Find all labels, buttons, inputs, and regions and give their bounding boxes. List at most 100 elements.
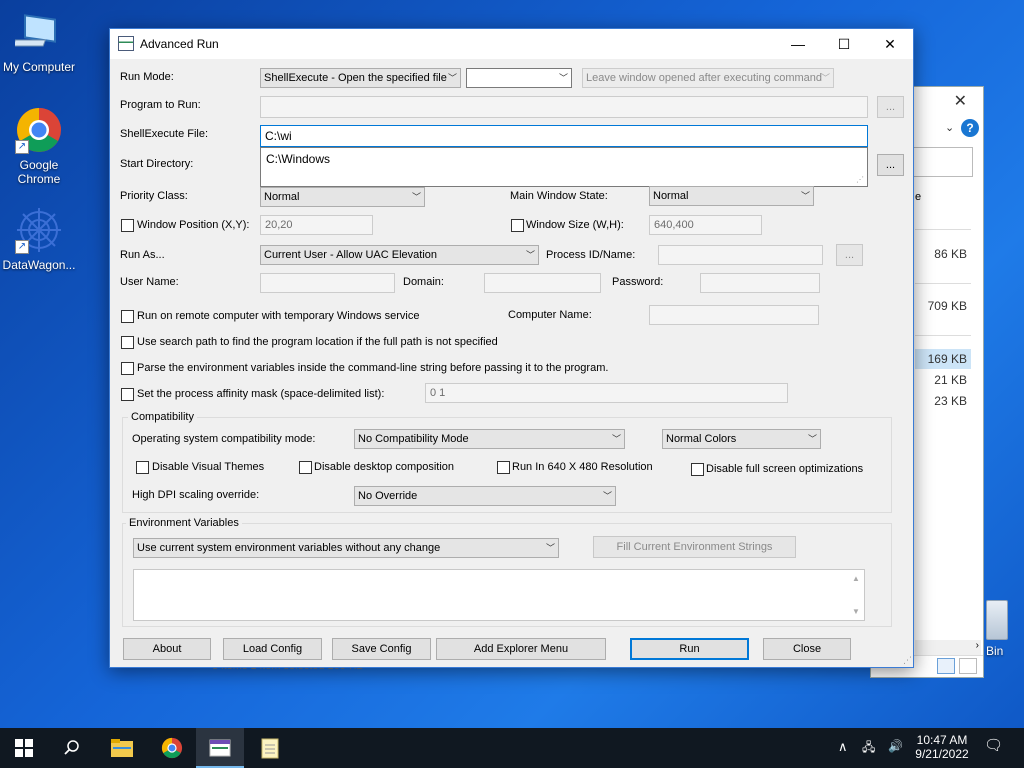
folder-icon	[111, 738, 133, 757]
close-button[interactable]: ✕	[867, 29, 913, 59]
close-dialog-button[interactable]: Close	[763, 638, 851, 660]
env-mode-select[interactable]: Use current system environment variables…	[133, 538, 559, 558]
minimize-button[interactable]: —	[775, 29, 821, 59]
program-to-run-input[interactable]	[260, 96, 868, 118]
bg-close-icon[interactable]: ✕	[954, 91, 967, 111]
leave-window-select[interactable]: Leave window opened after executing comm…	[582, 68, 834, 88]
resize-grip-icon[interactable]: ⋰	[903, 655, 912, 666]
program-browse-button[interactable]: ...	[877, 96, 904, 118]
computer-icon	[12, 8, 63, 56]
advanced-run-window: Advanced Run — ☐ ✕ Run Mode: ShellExecut…	[109, 28, 914, 668]
maximize-button[interactable]: ☐	[821, 29, 867, 59]
bg-horizontal-scrollbar[interactable]: ›	[915, 640, 981, 656]
scroll-up-icon[interactable]: ▲	[852, 574, 860, 583]
taskbar-chrome[interactable]	[148, 728, 196, 768]
volume-icon[interactable]: 🔊	[888, 739, 903, 753]
remote-computer-checkbox[interactable]	[121, 310, 134, 323]
run-button[interactable]: Run	[630, 638, 749, 660]
main-window-state-select[interactable]: Normal ﹀	[649, 186, 814, 206]
process-browse-button[interactable]: ...	[836, 244, 863, 266]
title-bar[interactable]: Advanced Run — ☐ ✕	[110, 29, 913, 59]
start-button[interactable]	[0, 728, 48, 768]
bg-search-box[interactable]	[911, 147, 973, 177]
parse-env-checkbox[interactable]	[121, 362, 134, 375]
dpi-override-select[interactable]: No Override ﹀	[354, 486, 616, 506]
clock[interactable]: 10:47 AM 9/21/2022	[914, 733, 970, 761]
run-as-value: Current User - Allow UAC Elevation	[264, 249, 438, 261]
chevron-up-icon[interactable]: ∧	[838, 740, 848, 754]
disable-composition-checkbox[interactable]	[299, 461, 312, 474]
clock-time: 10:47 AM	[916, 733, 968, 747]
password-input[interactable]	[700, 273, 820, 293]
run-mode-extra-select[interactable]: ﹀	[466, 68, 572, 88]
resize-grip-icon[interactable]: ⋰	[856, 175, 864, 184]
run-as-label: Run As...	[120, 249, 165, 261]
os-compat-value: No Compatibility Mode	[358, 433, 469, 445]
window-size-input[interactable]: 640,400	[649, 215, 762, 235]
add-explorer-menu-button[interactable]: Add Explorer Menu	[436, 638, 606, 660]
window-position-checkbox[interactable]	[121, 219, 134, 232]
run-640-label: Run In 640 X 480 Resolution	[512, 461, 653, 473]
remote-computer-label: Run on remote computer with temporary Wi…	[137, 310, 420, 322]
process-id-input[interactable]	[658, 245, 823, 265]
notification-icon[interactable]: 🗨	[984, 738, 1003, 753]
affinity-input[interactable]: 0 1	[425, 383, 788, 403]
taskbar-file-explorer[interactable]	[98, 728, 146, 768]
search-path-checkbox[interactable]	[121, 336, 134, 349]
chevron-down-icon: ﹀	[411, 192, 421, 202]
run-as-select[interactable]: Current User - Allow UAC Elevation ﹀	[260, 245, 539, 265]
bg-column-fragment: e	[915, 191, 922, 203]
program-to-run-label: Program to Run:	[120, 99, 201, 111]
chevron-down-icon: ﹀	[611, 434, 621, 444]
priority-class-select[interactable]: Normal ﹀	[260, 187, 425, 207]
disable-fullscreen-label: Disable full screen optimizations	[706, 463, 864, 475]
details-view-icon[interactable]	[937, 658, 955, 674]
shellexecute-file-label: ShellExecute File:	[120, 128, 209, 140]
search-button[interactable]	[48, 728, 96, 768]
shellexecute-file-input[interactable]: C:\wi	[260, 125, 868, 147]
chevron-down-icon[interactable]: ⌄	[945, 121, 954, 134]
chrome-icon: ↗	[15, 106, 63, 154]
start-dir-browse-button[interactable]: ...	[877, 154, 904, 176]
desktop-icon-google-chrome[interactable]: ↗ Google Chrome	[0, 106, 78, 186]
about-button[interactable]: About	[123, 638, 211, 660]
run-mode-select[interactable]: ShellExecute - Open the specified file ﹀	[260, 68, 461, 88]
load-config-button[interactable]: Load Config	[223, 638, 322, 660]
window-size-label: Window Size (W,H):	[526, 219, 624, 231]
domain-input[interactable]	[484, 273, 601, 293]
bg-file-size: 21 KB	[934, 373, 967, 387]
desktop-icon-label: DataWagon...	[2, 258, 76, 272]
affinity-checkbox[interactable]	[121, 388, 134, 401]
computer-name-input[interactable]	[649, 305, 819, 325]
clock-date: 9/21/2022	[915, 747, 969, 761]
datawagon-icon: ↗	[15, 206, 63, 254]
desktop-icon-recycle-bin[interactable]: Bin	[986, 600, 1008, 658]
run-640-checkbox[interactable]	[497, 461, 510, 474]
autocomplete-item[interactable]: C:\Windows	[266, 152, 330, 166]
bg-divider	[915, 335, 971, 336]
env-strings-textarea[interactable]: ▲ ▼	[133, 569, 865, 621]
window-position-input[interactable]: 20,20	[260, 215, 373, 235]
taskbar-notepad[interactable]	[246, 728, 294, 768]
os-compat-select[interactable]: No Compatibility Mode ﹀	[354, 429, 625, 449]
user-name-input[interactable]	[260, 273, 395, 293]
disable-fullscreen-checkbox[interactable]	[691, 463, 704, 476]
desktop-icon-datawagon[interactable]: ↗ DataWagon...	[0, 206, 78, 272]
shortcut-arrow-icon: ↗	[15, 240, 29, 254]
color-mode-select[interactable]: Normal Colors ﹀	[662, 429, 821, 449]
help-icon[interactable]: ?	[961, 119, 979, 137]
tiles-view-icon[interactable]	[959, 658, 977, 674]
disable-themes-checkbox[interactable]	[136, 461, 149, 474]
bg-file-size: 709 KB	[927, 299, 967, 313]
taskbar-advanced-run[interactable]	[196, 728, 244, 768]
network-icon[interactable]: 🖧	[862, 740, 875, 754]
env-vertical-scrollbar[interactable]: ▲ ▼	[848, 570, 864, 620]
fill-env-strings-button[interactable]: Fill Current Environment Strings	[593, 536, 796, 558]
chevron-down-icon: ﹀	[545, 543, 555, 553]
search-icon	[64, 740, 79, 755]
scroll-down-icon[interactable]: ▼	[852, 607, 860, 616]
desktop-icon-my-computer[interactable]: My Computer	[0, 8, 78, 74]
save-config-button[interactable]: Save Config	[332, 638, 431, 660]
affinity-label: Set the process affinity mask (space-del…	[137, 388, 385, 400]
window-size-checkbox[interactable]	[511, 219, 524, 232]
